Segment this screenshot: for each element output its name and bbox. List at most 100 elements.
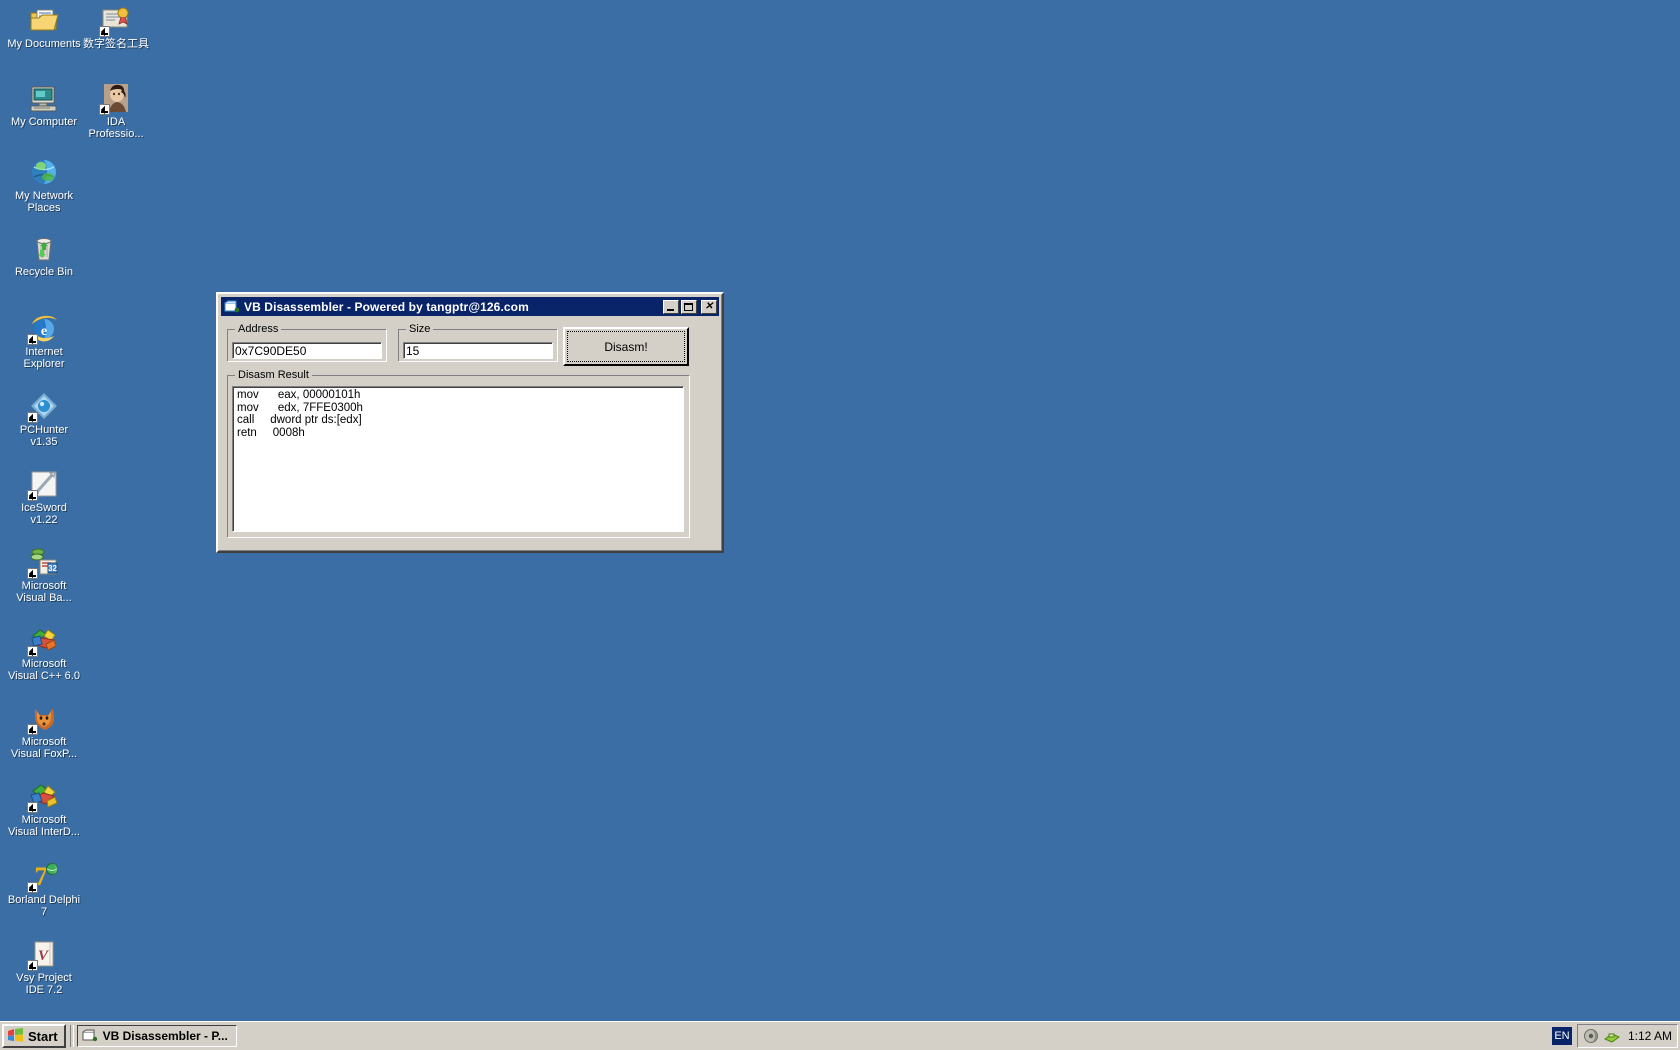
vb32-icon: 32 <box>27 546 60 579</box>
desktop-icon-visual-interdev[interactable]: Microsoft Visual InterD... <box>6 780 82 838</box>
recycle-bin-icon <box>28 232 60 264</box>
disasm-line: mov edx, 7FFE0300h <box>237 401 363 414</box>
shortcut-overlay-icon <box>27 882 38 893</box>
shield-gray-icon[interactable] <box>1583 1028 1599 1044</box>
disasm-button-label: Disasm! <box>604 339 648 354</box>
taskbar-item-label: VB Disassembler - P... <box>102 1029 228 1043</box>
desktop-icon-label: Borland Delphi 7 <box>7 894 81 918</box>
vb-app-icon <box>224 300 240 314</box>
desktop-icon-recycle-bin[interactable]: Recycle Bin <box>6 232 82 278</box>
shortcut-overlay-icon <box>27 960 38 971</box>
desktop-icon-label: Internet Explorer <box>23 346 65 370</box>
windows-flag-icon <box>7 1028 24 1044</box>
svg-text:e: e <box>41 324 47 339</box>
shortcut-overlay-icon <box>99 104 110 115</box>
interdev-icon <box>27 780 60 813</box>
close-icon: ✕ <box>704 300 714 312</box>
tray-clock[interactable]: 1:12 AM <box>1628 1029 1672 1043</box>
start-button[interactable]: Start <box>2 1024 66 1048</box>
desktop-icon-label: My Network Places <box>14 190 74 214</box>
taskbar-item-vb-disassembler[interactable]: VB Disassembler - P... <box>76 1025 237 1047</box>
foxpro-fox-icon <box>27 702 60 735</box>
size-group-caption: Size <box>406 323 434 335</box>
shortcut-overlay-icon <box>27 646 38 657</box>
taskbar[interactable]: Start VB Disassembler - P... EN 1:12 AM <box>0 1021 1680 1050</box>
desktop-icon-my-documents[interactable]: My Documents <box>6 4 82 50</box>
window-titlebar[interactable]: VB Disassembler - Powered by tangptr@126… <box>221 297 719 316</box>
shortcut-overlay-icon <box>27 724 38 735</box>
desktop[interactable]: My Documents 数字签名工具 My Computer IDA Prof… <box>0 0 1680 1050</box>
desktop-icon-label: 数字签名工具 <box>83 38 149 50</box>
size-input[interactable] <box>403 342 553 359</box>
disasm-result-textarea[interactable]: mov eax, 00000101h mov edx, 7FFE0300h ca… <box>232 386 684 532</box>
icesword-icon <box>27 468 60 501</box>
disasm-result-group: Disasm Result mov eax, 00000101h mov edx… <box>227 369 690 538</box>
network-green-icon[interactable] <box>1603 1028 1620 1044</box>
delphi7-icon: 7 <box>27 860 60 893</box>
desktop-icon-my-computer[interactable]: My Computer <box>6 82 82 128</box>
address-group: Address <box>227 323 387 362</box>
desktop-icon-digital-sign-tool[interactable]: 数字签名工具 <box>78 4 154 50</box>
close-button[interactable]: ✕ <box>701 299 717 314</box>
desktop-icon-label: IceSword v1.22 <box>21 502 67 526</box>
window-controls[interactable]: ✕ <box>663 299 717 314</box>
shortcut-overlay-icon <box>27 802 38 813</box>
window-client-area: Address Size Disasm! Disasm Res <box>223 320 717 546</box>
desktop-icon-label: IDA Professio... <box>88 116 144 140</box>
maximize-button[interactable] <box>681 299 697 314</box>
desktop-icon-label: Microsoft Visual InterD... <box>8 814 80 838</box>
svg-text:32: 32 <box>48 564 57 573</box>
computer-icon <box>28 82 60 114</box>
system-tray[interactable]: EN 1:12 AM <box>1551 1024 1678 1048</box>
tray-notification-area[interactable]: 1:12 AM <box>1576 1024 1678 1048</box>
desktop-icon-vsy-project-ide[interactable]: V Vsy Project IDE 7.2 <box>6 938 82 996</box>
window-icon <box>82 1029 98 1043</box>
minimize-icon <box>667 308 674 311</box>
minimize-button[interactable] <box>663 299 679 314</box>
shortcut-overlay-icon <box>99 26 110 37</box>
window-title: VB Disassembler - Powered by tangptr@126… <box>244 299 529 314</box>
desktop-icon-visual-foxpro[interactable]: Microsoft Visual FoxP... <box>6 702 82 760</box>
desktop-icon-label: Microsoft Visual Ba... <box>16 580 72 604</box>
desktop-icon-label: PCHunter v1.35 <box>19 424 69 448</box>
pchunter-icon <box>27 390 60 423</box>
desktop-icon-label: Microsoft Visual C++ 6.0 <box>8 658 80 682</box>
vb-disassembler-window[interactable]: VB Disassembler - Powered by tangptr@126… <box>216 292 724 553</box>
disasm-result-caption: Disasm Result <box>235 369 312 381</box>
vsy-ide-icon: V <box>27 938 60 971</box>
taskbar-separator <box>69 1025 74 1047</box>
desktop-icon-label: My Computer <box>10 116 78 128</box>
desktop-icon-ida-professional[interactable]: IDA Professio... <box>78 82 154 140</box>
disasm-line: retn 0008h <box>237 426 305 439</box>
desktop-icon-label: Microsoft Visual FoxP... <box>10 736 78 760</box>
address-input[interactable] <box>232 342 382 359</box>
vcpp-icon <box>27 624 60 657</box>
shortcut-overlay-icon <box>27 334 38 345</box>
size-group: Size <box>398 323 558 362</box>
desktop-icon-internet-explorer[interactable]: e Internet Explorer <box>6 312 82 370</box>
desktop-icon-borland-delphi[interactable]: 7 Borland Delphi 7 <box>6 860 82 918</box>
ida-woman-icon <box>99 82 132 115</box>
certificate-icon <box>99 4 132 37</box>
maximize-icon <box>684 302 693 311</box>
desktop-icon-icesword[interactable]: IceSword v1.22 <box>6 468 82 526</box>
ime-language-indicator[interactable]: EN <box>1551 1027 1572 1045</box>
shortcut-overlay-icon <box>27 490 38 501</box>
network-globe-icon <box>28 156 60 188</box>
desktop-icon-label: Vsy Project IDE 7.2 <box>16 972 72 996</box>
ie-e-icon: e <box>27 312 60 345</box>
disasm-line: mov eax, 00000101h <box>237 389 361 401</box>
start-button-label: Start <box>28 1028 58 1044</box>
window-inner-bevel: VB Disassembler - Powered by tangptr@126… <box>218 294 722 551</box>
shortcut-overlay-icon <box>27 412 38 423</box>
desktop-icon-label: My Documents <box>7 38 81 50</box>
desktop-icon-visual-cpp[interactable]: Microsoft Visual C++ 6.0 <box>6 624 82 682</box>
address-group-caption: Address <box>235 323 282 335</box>
disasm-button[interactable]: Disasm! <box>563 327 689 366</box>
desktop-icon-visual-basic[interactable]: 32 Microsoft Visual Ba... <box>6 546 82 604</box>
disasm-line: call dword ptr ds:[edx] <box>237 414 362 426</box>
desktop-icon-pchunter[interactable]: PCHunter v1.35 <box>6 390 82 448</box>
desktop-icon-my-network-places[interactable]: My Network Places <box>6 156 82 214</box>
desktop-icon-label: Recycle Bin <box>14 266 74 278</box>
shortcut-overlay-icon <box>27 568 38 579</box>
